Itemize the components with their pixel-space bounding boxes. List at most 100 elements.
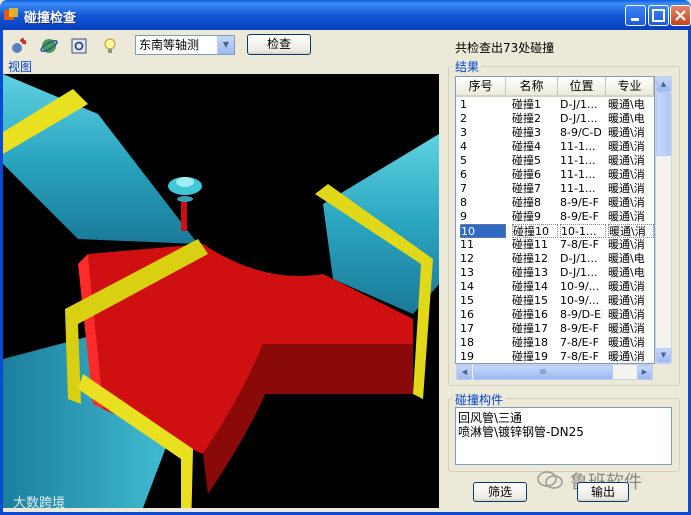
cell-index: 16 [460, 308, 474, 321]
horizontal-scroll-thumb[interactable]: III [473, 365, 613, 380]
zoom-fit-icon[interactable] [69, 36, 89, 56]
table-row[interactable]: 8 碰撞8 8-9/E-F 暖通\消 [456, 196, 654, 210]
cell-location: 10-1... [560, 224, 606, 238]
scroll-left-icon[interactable]: ◀ [457, 365, 472, 380]
cell-name: 碰撞18 [512, 336, 548, 349]
cell-discipline: 暖通\消 [608, 182, 645, 195]
table-row[interactable]: 1 碰撞1 D-J/1... 暖通\电 [456, 98, 654, 112]
results-label: 结果 [453, 58, 482, 75]
column-header-name[interactable]: 名称 [506, 77, 558, 95]
cell-index: 12 [460, 252, 474, 265]
scroll-right-icon[interactable]: ▶ [637, 365, 652, 380]
table-row[interactable]: 12 碰撞12 D-J/1... 暖通\电 [456, 252, 654, 266]
cell-index: 1 [460, 98, 467, 111]
results-vertical-scrollbar[interactable]: ▲ ▼ [655, 76, 672, 364]
add-pin-icon[interactable] [9, 36, 29, 56]
rotate-globe-icon[interactable] [39, 36, 59, 56]
cell-location: 11-1... [560, 154, 596, 167]
cell-location: 11-1... [560, 182, 596, 195]
cell-discipline: 暖通\消 [608, 210, 645, 223]
table-row[interactable]: 6 碰撞6 11-1... 暖通\消 [456, 168, 654, 182]
table-row[interactable]: 19 碰撞19 7-8/E-F 暖通\消 [456, 350, 654, 363]
3d-viewport[interactable]: 大数跨境 [3, 74, 439, 508]
cell-discipline: 暖通\消 [608, 168, 645, 181]
cell-name: 碰撞7 [512, 182, 541, 195]
table-row[interactable]: 18 碰撞18 7-8/E-F 暖通\消 [456, 336, 654, 350]
maximize-icon [652, 9, 665, 22]
components-label: 碰撞构件 [453, 391, 506, 408]
cell-discipline: 暖通\消 [608, 140, 645, 153]
cell-discipline: 暖通\消 [608, 126, 645, 139]
results-table-header: 序号 名称 位置 专业 [456, 77, 654, 97]
table-row[interactable]: 5 碰撞5 11-1... 暖通\消 [456, 154, 654, 168]
cell-discipline: 暖通\消 [608, 238, 645, 251]
cell-name: 碰撞13 [512, 266, 548, 279]
app-icon [4, 8, 18, 20]
collision-check-window: 碰撞检查 东南等轴测 ▼ 检查 共检查出73处碰撞 视图 大数跨境 结果 序号 … [0, 0, 691, 515]
watermark-left: 大数跨境 [13, 496, 66, 508]
cell-index: 7 [460, 182, 467, 195]
3d-model-render [3, 74, 439, 508]
column-header-discipline[interactable]: 专业 [606, 77, 654, 95]
column-header-location[interactable]: 位置 [558, 77, 606, 95]
maximize-button[interactable] [648, 5, 669, 26]
table-row[interactable]: 7 碰撞7 11-1... 暖通\消 [456, 182, 654, 196]
table-row[interactable]: 16 碰撞16 8-9/D-E 暖通\消 [456, 308, 654, 322]
cell-discipline: 暖通\消 [608, 350, 645, 363]
table-row[interactable]: 3 碰撞3 8-9/C-D 暖通\消 [456, 126, 654, 140]
lightbulb-icon[interactable] [100, 36, 120, 56]
cell-name: 碰撞5 [512, 154, 541, 167]
cell-discipline: 暖通\消 [608, 154, 645, 167]
column-header-index[interactable]: 序号 [456, 77, 506, 95]
cell-name: 碰撞12 [512, 252, 548, 265]
cell-discipline: 暖通\消 [608, 196, 645, 209]
cell-location: 7-8/E-F [560, 350, 599, 363]
view-label: 视图 [8, 60, 33, 74]
close-button[interactable] [670, 5, 691, 26]
cell-name: 碰撞2 [512, 112, 541, 125]
check-button[interactable]: 检查 [247, 34, 311, 55]
cell-index: 3 [460, 126, 467, 139]
cell-index: 19 [460, 350, 474, 363]
table-row[interactable]: 4 碰撞4 11-1... 暖通\消 [456, 140, 654, 154]
cell-location: 8-9/E-F [560, 210, 599, 223]
results-horizontal-scrollbar[interactable]: ◀ III ▶ [456, 364, 653, 380]
title-bar[interactable]: 碰撞检查 [0, 0, 691, 30]
chevron-down-icon[interactable]: ▼ [217, 36, 234, 54]
cell-location: 11-1... [560, 140, 596, 153]
cell-index: 8 [460, 196, 467, 209]
cell-name: 碰撞1 [512, 98, 541, 111]
cell-index: 17 [460, 322, 474, 335]
cell-discipline: 暖通\消 [608, 308, 645, 321]
cell-location: D-J/1... [560, 98, 598, 111]
minimize-icon [631, 18, 639, 21]
scroll-down-icon[interactable]: ▼ [656, 348, 671, 363]
cell-location: 8-9/C-D [560, 126, 602, 139]
close-icon [675, 10, 686, 21]
collision-summary: 共检查出73处碰撞 [455, 41, 555, 55]
table-row[interactable]: 13 碰撞13 D-J/1... 暖通\电 [456, 266, 654, 280]
table-row[interactable]: 14 碰撞14 10-9/... 暖通\消 [456, 280, 654, 294]
filter-button[interactable]: 筛选 [473, 482, 527, 502]
components-textbox[interactable]: 回风管\三通 喷淋管\镀锌钢管-DN25 [455, 407, 672, 465]
sprinkler-pipe [181, 199, 187, 231]
table-row[interactable]: 9 碰撞9 8-9/E-F 暖通\消 [456, 210, 654, 224]
cell-index: 10 [460, 224, 506, 238]
table-row[interactable]: 17 碰撞17 8-9/E-F 暖通\消 [456, 322, 654, 336]
table-row[interactable]: 11 碰撞11 7-8/E-F 暖通\消 [456, 238, 654, 252]
table-row[interactable]: 2 碰撞2 D-J/1... 暖通\电 [456, 112, 654, 126]
results-table[interactable]: 序号 名称 位置 专业 1 碰撞1 D-J/1... 暖通\电 2 碰撞2 D-J/1...… [455, 76, 655, 364]
cell-name: 碰撞8 [512, 196, 541, 209]
cell-index: 11 [460, 238, 474, 251]
view-direction-value: 东南等轴测 [139, 38, 200, 52]
table-row[interactable]: 10 碰撞10 10-1... 暖通\消 [456, 224, 654, 238]
view-direction-select[interactable]: 东南等轴测 ▼ [135, 35, 235, 55]
minimize-button[interactable] [625, 5, 646, 26]
table-row[interactable]: 15 碰撞15 10-9/... 暖通\消 [456, 294, 654, 308]
cell-name: 碰撞6 [512, 168, 541, 181]
cell-index: 5 [460, 154, 467, 167]
scroll-up-icon[interactable]: ▲ [656, 77, 671, 92]
cell-location: 8-9/D-E [560, 308, 602, 321]
export-button[interactable]: 输出 [577, 482, 629, 502]
scroll-thumb[interactable] [656, 92, 671, 156]
